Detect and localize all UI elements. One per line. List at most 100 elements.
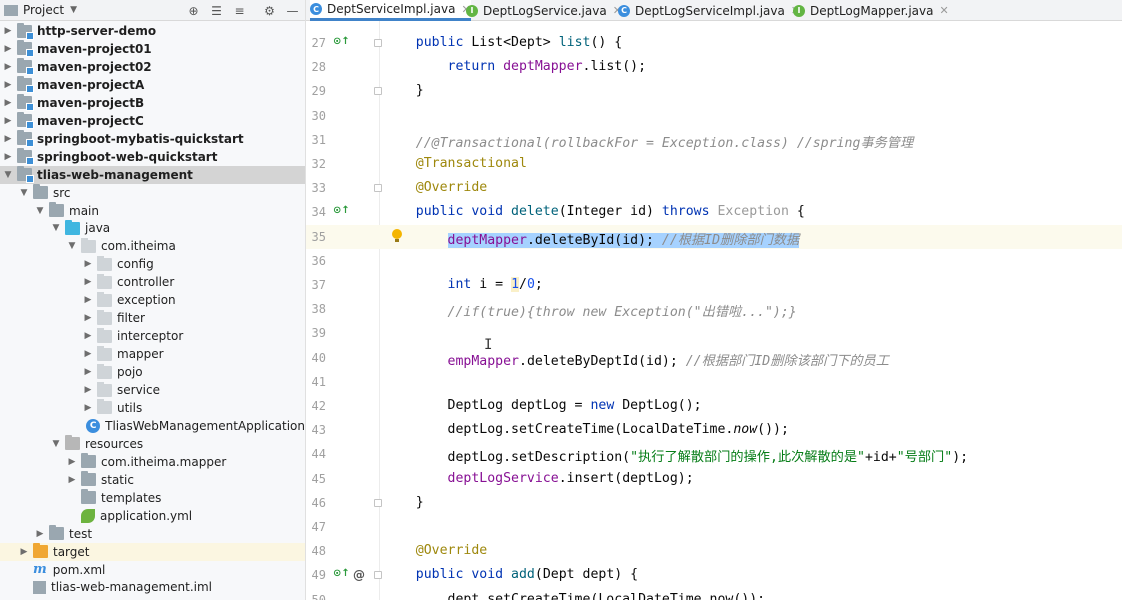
tree-item[interactable]: m pom.xml	[0, 561, 305, 579]
tree-item[interactable]: ▶ utils	[0, 399, 305, 417]
code-line[interactable]: 40 empMapper.deleteByDeptId(id); //根据部门I…	[306, 346, 1122, 370]
code-line[interactable]: 34 ⊙↑ public void delete(Integer id) thro…	[306, 200, 1122, 224]
code-line[interactable]: 29 }	[306, 79, 1122, 103]
code-line[interactable]: 27 ⊙↑ public List<Dept> list() {	[306, 31, 1122, 55]
editor-tab[interactable]: CDeptServiceImpl.java✕	[310, 0, 471, 21]
code-line[interactable]: 49 ⊙↑ @ public void add(Dept dept) {	[306, 563, 1122, 587]
code-line[interactable]: 32 @Transactional	[306, 152, 1122, 176]
chevron-right-icon[interactable]: ▶	[82, 255, 94, 273]
chevron-down-icon[interactable]: ▼	[50, 435, 62, 453]
tree-item[interactable]: ▼ main	[0, 202, 305, 220]
tree-item[interactable]: ▶ interceptor	[0, 327, 305, 345]
tree-item[interactable]: ▶ maven-project02	[0, 58, 305, 76]
code-line[interactable]: 44 deptLog.setDescription("执行了解散部门的操作,此次…	[306, 442, 1122, 466]
editor-tab[interactable]: I DeptLogMapper.java ✕	[793, 0, 949, 21]
chevron-right-icon[interactable]: ▶	[2, 76, 14, 94]
expand-all-icon[interactable]: ☰	[208, 2, 225, 19]
implements-method-icon[interactable]: ⊙↑	[333, 36, 350, 47]
chevron-right-icon[interactable]: ▶	[82, 327, 94, 345]
editor-tab[interactable]: CDeptLogServiceImpl.java✕	[618, 0, 800, 21]
code-line[interactable]: 48 @Override	[306, 539, 1122, 563]
code-line[interactable]: 50 dept.setCreateTime(LocalDateTime.now(…	[306, 588, 1122, 600]
chevron-right-icon[interactable]: ▶	[66, 453, 78, 471]
code-editor[interactable]: 27 ⊙↑ public List<Dept> list() {28 return…	[306, 21, 1122, 600]
chevron-down-icon[interactable]: ▼	[2, 166, 14, 184]
chevron-down-icon[interactable]: ▼	[50, 219, 62, 237]
chevron-right-icon[interactable]: ▶	[82, 399, 94, 417]
tree-item[interactable]: ▶ maven-projectC	[0, 112, 305, 130]
tree-item[interactable]: ▼ com.itheima	[0, 237, 305, 255]
tree-item[interactable]: application.yml	[0, 507, 305, 525]
tree-item[interactable]: ▼ tlias-web-management	[0, 165, 305, 184]
chevron-right-icon[interactable]: ▶	[82, 363, 94, 381]
code-line[interactable]: 43 deptLog.setCreateTime(LocalDateTime.n…	[306, 418, 1122, 442]
tree-item[interactable]: ▶ springboot-mybatis-quickstart	[0, 130, 305, 148]
chevron-right-icon[interactable]: ▶	[2, 130, 14, 148]
tree-item[interactable]: ▶ target	[0, 542, 305, 561]
tree-item[interactable]: ▼ java	[0, 219, 305, 237]
tree-item[interactable]: ▶ config	[0, 255, 305, 273]
tree-item[interactable]: C TliasWebManagementApplication	[0, 417, 305, 435]
tree-item[interactable]: ▶ maven-projectB	[0, 94, 305, 112]
tree-item[interactable]: ▶ test	[0, 525, 305, 543]
code-line[interactable]: 31 //@Transactional(rollbackFor = Except…	[306, 128, 1122, 152]
chevron-right-icon[interactable]: ▶	[82, 381, 94, 399]
chevron-right-icon[interactable]: ▶	[34, 525, 46, 543]
code-line[interactable]: 45 deptLogService.insert(deptLog);	[306, 467, 1122, 491]
tree-item[interactable]: ▶ mapper	[0, 345, 305, 363]
code-line[interactable]: 47	[306, 515, 1122, 539]
chevron-right-icon[interactable]: ▶	[82, 291, 94, 309]
tree-item[interactable]: ▼ resources	[0, 435, 305, 453]
code-line[interactable]: 37 int i = 1/0;	[306, 273, 1122, 297]
chevron-right-icon[interactable]: ▶	[82, 345, 94, 363]
implements-method-icon[interactable]: ⊙↑	[333, 205, 350, 216]
chevron-right-icon[interactable]: ▶	[2, 58, 14, 76]
code-line[interactable]: 30	[306, 104, 1122, 128]
annotation-gutter-icon[interactable]: @	[353, 568, 365, 582]
tree-item[interactable]: templates	[0, 489, 305, 507]
chevron-right-icon[interactable]: ▶	[66, 471, 78, 489]
chevron-right-icon[interactable]: ▶	[2, 94, 14, 112]
tree-item[interactable]: ▶ service	[0, 381, 305, 399]
implements-method-icon[interactable]: ⊙↑	[333, 568, 350, 579]
code-line[interactable]: 38 //if(true){throw new Exception("出错啦..…	[306, 297, 1122, 321]
tree-item[interactable]: ▶ springboot-web-quickstart	[0, 148, 305, 166]
fold-marker-icon[interactable]	[374, 39, 382, 47]
gear-icon[interactable]: ⚙	[261, 2, 278, 19]
tree-item[interactable]: ▶ maven-projectA	[0, 76, 305, 94]
chevron-right-icon[interactable]: ▶	[18, 543, 30, 561]
editor-tab[interactable]: IDeptLogService.java✕	[466, 0, 622, 21]
code-line[interactable]: 41	[306, 370, 1122, 394]
code-line[interactable]: 36	[306, 249, 1122, 273]
chevron-right-icon[interactable]: ▶	[2, 148, 14, 166]
tree-item[interactable]: ▶ pojo	[0, 363, 305, 381]
tree-item[interactable]: ▶ exception	[0, 291, 305, 309]
tree-item[interactable]: ▼ src	[0, 184, 305, 202]
locate-icon[interactable]: ⊕	[185, 2, 202, 19]
hide-panel-icon[interactable]: —	[284, 2, 301, 19]
tree-item[interactable]: tlias-web-management.iml	[0, 578, 305, 596]
code-line[interactable]: 46 }	[306, 491, 1122, 515]
chevron-right-icon[interactable]: ▶	[2, 40, 14, 58]
code-line[interactable]: 39	[306, 321, 1122, 345]
tree-item[interactable]: ▶ static	[0, 471, 305, 489]
tree-item[interactable]: ▶ controller	[0, 273, 305, 291]
chevron-right-icon[interactable]: ▶	[2, 112, 14, 130]
chevron-right-icon[interactable]: ▶	[82, 273, 94, 291]
project-view-selector[interactable]: Project ▼	[4, 3, 77, 17]
code-line[interactable]: 35 deptMapper.deleteById(id); //根据ID删除部门…	[306, 224, 1122, 249]
close-icon[interactable]: ✕	[940, 4, 949, 17]
code-line[interactable]: 33 @Override	[306, 176, 1122, 200]
code-line[interactable]: 42 DeptLog deptLog = new DeptLog();	[306, 394, 1122, 418]
chevron-right-icon[interactable]: ▶	[82, 309, 94, 327]
chevron-down-icon[interactable]: ▼	[18, 184, 30, 202]
chevron-right-icon[interactable]: ▶	[2, 22, 14, 40]
chevron-down-icon[interactable]: ▼	[34, 202, 46, 220]
fold-marker-icon[interactable]	[374, 87, 382, 96]
tree-item[interactable]: ▶ maven-project01	[0, 40, 305, 58]
tree-item[interactable]: ▶ http-server-demo	[0, 22, 305, 40]
fold-marker-icon[interactable]	[374, 498, 382, 507]
fold-marker-icon[interactable]	[374, 184, 382, 193]
tree-item[interactable]: ▶ com.itheima.mapper	[0, 453, 305, 471]
tree-item[interactable]: ▶ filter	[0, 309, 305, 327]
